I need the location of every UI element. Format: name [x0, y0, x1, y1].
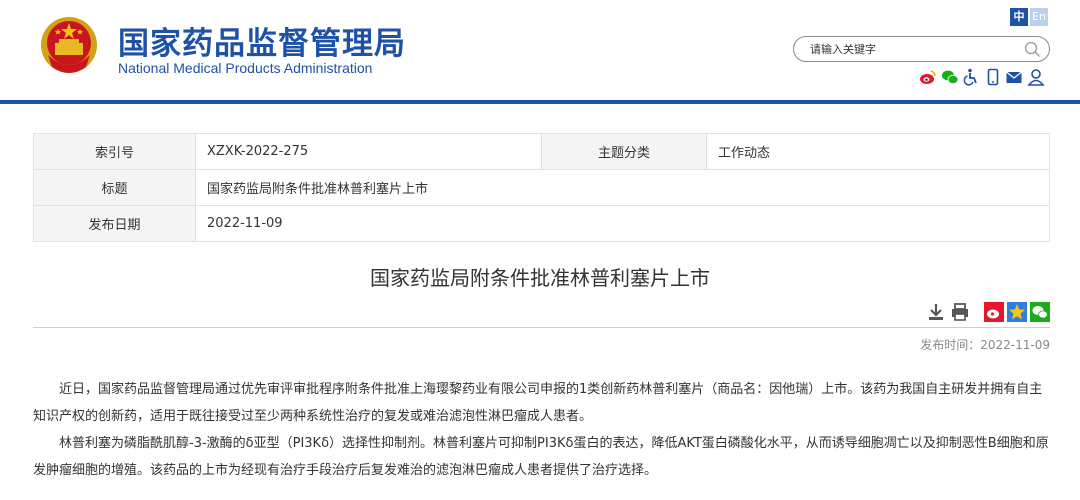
share-qzone-icon[interactable]: [1007, 302, 1027, 322]
paragraph: 林普利塞为磷脂酰肌醇-3-激酶的δ亚型（PI3Kδ）选择性抑制剂。林普利塞片可抑…: [33, 436, 1049, 478]
site-header: 国家药品监督管理局 National Medical Products Admi…: [0, 0, 1080, 104]
mobile-icon[interactable]: [984, 68, 1002, 86]
article-body: 近日，国家药品监督管理局通过优先审评审批程序附条件批准上海璎黎药业有限公司申报的…: [33, 376, 1050, 484]
lang-chinese-button[interactable]: 中: [1010, 8, 1028, 26]
title-value: 国家药监局附条件批准林普利塞片上市: [195, 169, 1050, 206]
table-row: 发布日期 2022-11-09: [33, 205, 1050, 242]
site-title-cn[interactable]: 国家药品监督管理局: [118, 18, 406, 63]
wechat-icon[interactable]: [941, 68, 959, 86]
index-value: XZXK-2022-275: [195, 133, 542, 170]
publish-time: 发布时间：2022-11-09: [920, 336, 1050, 353]
mail-icon[interactable]: [1005, 68, 1023, 86]
article-meta-table: 索引号 XZXK-2022-275 主题分类 工作动态 标题 国家药监局附条件批…: [33, 133, 1050, 242]
print-icon[interactable]: [950, 302, 970, 322]
article-title: 国家药监局附条件批准林普利塞片上市: [370, 266, 710, 290]
title-label: 标题: [33, 169, 196, 206]
table-row: 标题 国家药监局附条件批准林普利塞片上市: [33, 169, 1050, 206]
category-label: 主题分类: [541, 133, 707, 170]
publish-time-value: 2022-11-09: [980, 338, 1050, 352]
lang-english-button[interactable]: En: [1030, 8, 1048, 26]
share-weibo-icon[interactable]: [984, 302, 1004, 322]
table-row: 索引号 XZXK-2022-275 主题分类 工作动态: [33, 133, 1050, 170]
date-value: 2022-11-09: [195, 205, 1050, 242]
title-divider: [33, 327, 1050, 328]
share-wechat-icon[interactable]: [1030, 302, 1050, 322]
date-label: 发布日期: [33, 205, 196, 242]
search-input[interactable]: [810, 40, 1010, 58]
national-emblem-icon[interactable]: [40, 15, 98, 77]
search-box: [793, 36, 1050, 62]
paragraph: 近日，国家药品监督管理局通过优先审评审批程序附条件批准上海璎黎药业有限公司申报的…: [33, 382, 1043, 424]
search-icon[interactable]: [1024, 41, 1041, 58]
header-divider: [0, 100, 1080, 104]
publish-time-label: 发布时间：: [920, 338, 981, 352]
accessibility-icon[interactable]: [962, 68, 980, 86]
download-icon[interactable]: [926, 302, 946, 322]
user-icon[interactable]: [1027, 68, 1045, 86]
index-label: 索引号: [33, 133, 196, 170]
site-title-en[interactable]: National Medical Products Administration: [118, 60, 372, 76]
category-value: 工作动态: [706, 133, 1050, 170]
weibo-icon[interactable]: [919, 68, 937, 86]
